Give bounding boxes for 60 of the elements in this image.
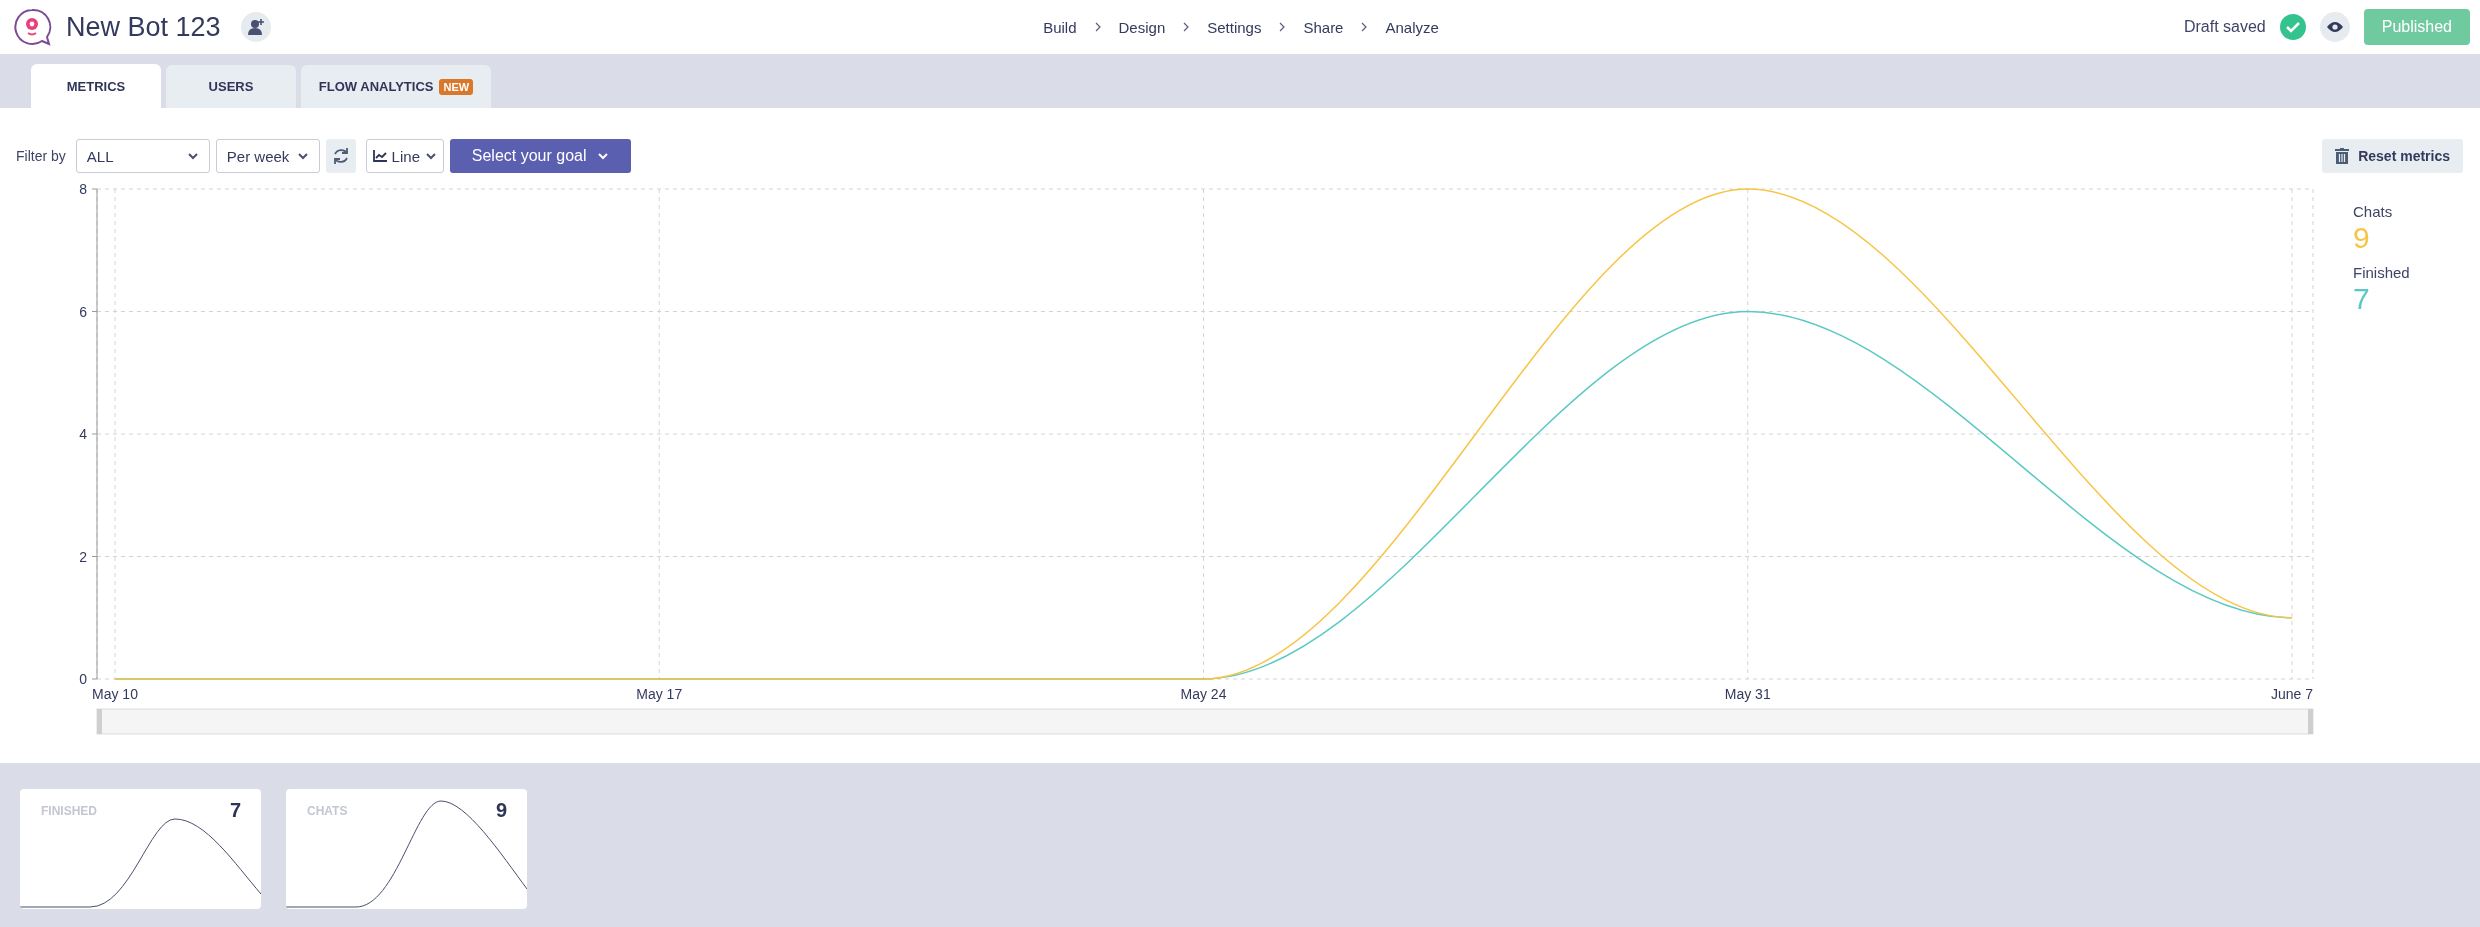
chevron-icon xyxy=(1361,22,1368,32)
nav-step[interactable]: Analyze xyxy=(1385,18,1439,36)
save-status: Draft saved xyxy=(2183,18,2266,36)
legend-value: 7 xyxy=(2353,281,2371,317)
y-tick-label: 6 xyxy=(79,303,87,320)
legend-label: Finished xyxy=(2353,264,2410,281)
dropdown-value: Per week xyxy=(226,147,290,165)
refresh-icon xyxy=(331,147,350,165)
chevron-icon xyxy=(1094,22,1101,32)
refresh-button[interactable] xyxy=(325,139,356,173)
add-user-button[interactable] xyxy=(240,12,271,42)
reset-label: Reset metrics xyxy=(2358,148,2450,164)
card-value: 9 xyxy=(495,799,507,822)
filter-label: Filter by xyxy=(16,148,66,164)
check-icon xyxy=(2279,14,2306,40)
logo-icon xyxy=(12,7,52,47)
chevron-down-icon xyxy=(186,150,199,162)
y-tick-label: 0 xyxy=(79,671,87,687)
card-label: CHATS xyxy=(307,803,348,818)
tab-label: FLOW ANALYTICS xyxy=(318,79,434,94)
card-value: 7 xyxy=(229,799,241,822)
legend-value: 9 xyxy=(2353,220,2371,256)
nav-step[interactable]: Design xyxy=(1118,18,1166,36)
trash-icon xyxy=(2335,148,2350,164)
dropdown-value: ALL xyxy=(86,147,114,165)
chevron-down-icon xyxy=(296,150,309,162)
x-tick-label: May 10 xyxy=(92,686,138,702)
period-dropdown[interactable]: Per week xyxy=(215,139,320,173)
preview-button[interactable] xyxy=(2319,12,2350,42)
nav-step[interactable]: Build xyxy=(1043,18,1077,36)
chevron-icon xyxy=(1279,22,1286,32)
new-badge: NEW xyxy=(439,78,474,95)
y-tick-label: 8 xyxy=(79,181,87,197)
reset-metrics-button[interactable]: Reset metrics xyxy=(2322,139,2463,173)
x-tick-label: May 31 xyxy=(1724,686,1771,702)
line-chart-icon xyxy=(372,150,387,162)
chart-type-dropdown[interactable]: Line xyxy=(365,139,444,173)
chevron-down-icon xyxy=(596,150,609,162)
bot-title: New Bot 123 xyxy=(66,11,221,43)
chevron-icon xyxy=(1183,22,1190,32)
chevron-down-icon xyxy=(424,150,437,162)
y-tick-label: 2 xyxy=(79,548,87,565)
nav-step[interactable]: Settings xyxy=(1207,18,1262,36)
eye-icon xyxy=(2325,21,2344,33)
legend-label: Chats xyxy=(2353,203,2394,220)
tab[interactable]: FLOW ANALYTICS NEW xyxy=(301,65,491,108)
range-scrollbar[interactable] xyxy=(96,708,2314,735)
nav-step[interactable]: Share xyxy=(1303,18,1344,36)
dropdown-value: Line xyxy=(391,147,420,165)
x-tick-label: June 7 xyxy=(2271,686,2313,702)
add-user-icon xyxy=(246,18,265,36)
select-goal-button[interactable]: Select your goal xyxy=(449,139,631,173)
x-tick-label: May 24 xyxy=(1180,686,1227,702)
tab[interactable]: METRICS xyxy=(31,64,161,108)
goal-label: Select your goal xyxy=(471,147,587,165)
card-label: FINISHED xyxy=(41,803,97,818)
y-tick-label: 4 xyxy=(79,426,87,442)
tab[interactable]: USERS xyxy=(166,65,296,108)
x-tick-label: May 17 xyxy=(636,686,683,702)
filter-dropdown[interactable]: ALL xyxy=(75,139,210,173)
